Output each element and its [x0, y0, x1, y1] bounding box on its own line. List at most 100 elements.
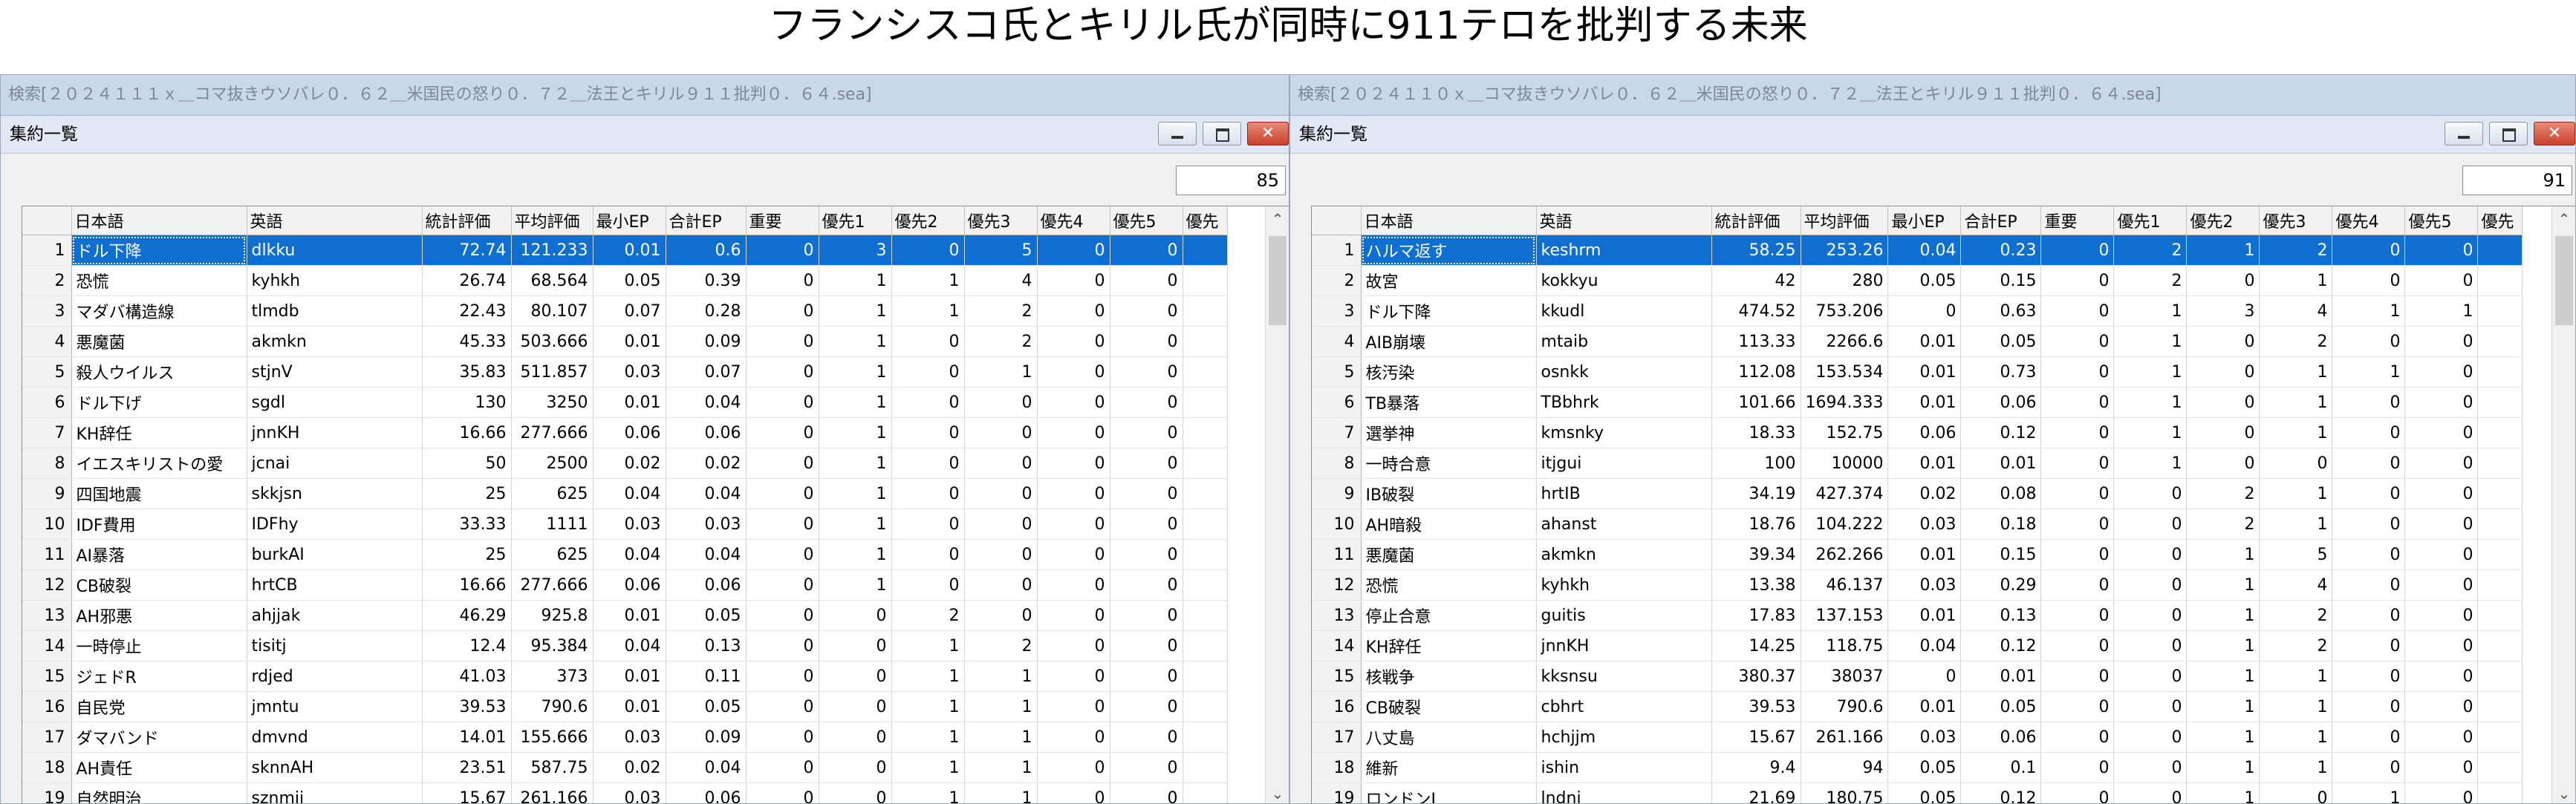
- table-cell[interactable]: 0.01: [593, 600, 666, 631]
- table-cell[interactable]: 0.01: [593, 691, 666, 722]
- table-row[interactable]: 5 核汚染 osnkk 112.08 153.534 0.01 0.73 0 1 0 1 1 0: [1312, 356, 2523, 388]
- table-cell[interactable]: 0.03: [1887, 569, 1962, 601]
- table-cell[interactable]: 維新: [1361, 752, 1537, 783]
- table-cell[interactable]: 0.01: [1887, 600, 1962, 631]
- table-row[interactable]: 6 TB暴落 TBbhrk 101.66 1694.333 0.01 0.06 0 1 0 1 0 0: [1312, 387, 2523, 418]
- table-cell[interactable]: 0: [1037, 752, 1110, 783]
- table-cell[interactable]: 0.04: [666, 478, 747, 509]
- table-cell[interactable]: 153.534: [1801, 356, 1889, 388]
- table-cell[interactable]: kkudl: [1536, 295, 1712, 327]
- table-cell[interactable]: 1: [964, 691, 1038, 722]
- table-cell[interactable]: 0: [1037, 326, 1110, 357]
- table-cell[interactable]: 0: [746, 356, 819, 388]
- table-cell[interactable]: 625: [511, 539, 593, 570]
- table-cell[interactable]: 0.04: [593, 478, 666, 509]
- table-cell[interactable]: 5: [2259, 539, 2333, 570]
- table-cell[interactable]: 0.04: [666, 387, 747, 418]
- table-cell[interactable]: 1: [891, 782, 965, 803]
- table-cell[interactable]: 0.13: [666, 630, 747, 661]
- table-cell[interactable]: 280: [1801, 265, 1889, 296]
- table-cell[interactable]: 0.06: [666, 782, 747, 803]
- table-row[interactable]: 14 KH辞任 jnnKH 14.25 118.75 0.04 0.12 0 0 1 2 0 0: [1312, 630, 2523, 661]
- table-cell[interactable]: 1: [2259, 478, 2333, 509]
- table-cell[interactable]: 0: [2332, 691, 2406, 722]
- table-cell[interactable]: 511.857: [511, 356, 593, 388]
- table-cell[interactable]: 0: [1110, 448, 1183, 479]
- table-cell[interactable]: 0.15: [1960, 265, 2042, 296]
- table-cell[interactable]: 0: [2404, 752, 2479, 783]
- maximize-icon[interactable]: [1203, 122, 1241, 146]
- table-cell[interactable]: tlmdb: [247, 295, 423, 327]
- table-cell[interactable]: 0: [1037, 691, 1110, 722]
- table-cell[interactable]: 0: [1110, 539, 1183, 570]
- table-cell[interactable]: 373: [511, 661, 593, 692]
- table-cell[interactable]: 1: [2113, 387, 2188, 418]
- table-cell[interactable]: 0: [1110, 600, 1183, 631]
- table-cell[interactable]: 17.83: [1711, 600, 1801, 631]
- table-cell[interactable]: 39.53: [422, 691, 512, 722]
- vertical-scrollbar[interactable]: ⌃ ⌄: [1265, 206, 1289, 803]
- column-header[interactable]: 平均評価: [1801, 206, 1889, 235]
- table-cell[interactable]: 0.01: [1960, 448, 2042, 479]
- table-cell[interactable]: 0.73: [1960, 356, 2042, 388]
- table-row[interactable]: 10 IDF費用 IDFhy 33.33 1111 0.03 0.03 0 1 0 0 0 0: [22, 509, 1228, 540]
- table-cell[interactable]: 625: [511, 478, 593, 509]
- table-cell[interactable]: 0: [1110, 509, 1183, 540]
- summary-grid[interactable]: 日本語 英語 統計評価 平均評価 最小EP 合計EP 重要 優先1 優先2 優先3 優先4 優先5 優先…: [22, 206, 1289, 803]
- table-cell[interactable]: 0: [2040, 356, 2115, 388]
- table-cell[interactable]: 0.05: [1887, 782, 1962, 803]
- table-cell[interactable]: 0: [2040, 509, 2115, 540]
- table-cell[interactable]: 21.69: [1711, 782, 1801, 803]
- table-cell[interactable]: 1: [2113, 448, 2188, 479]
- table-cell[interactable]: 0.01: [1887, 326, 1962, 357]
- table-cell[interactable]: 0: [1110, 235, 1183, 266]
- table-cell[interactable]: 0: [964, 478, 1038, 509]
- table-cell[interactable]: 悪魔菌: [71, 326, 247, 357]
- table-cell[interactable]: 0: [1110, 417, 1183, 448]
- table-cell[interactable]: 80.107: [511, 295, 593, 327]
- table-cell[interactable]: 0.29: [1960, 569, 2042, 601]
- table-cell[interactable]: ドル下降: [71, 235, 247, 266]
- table-cell[interactable]: 0: [1037, 722, 1110, 753]
- table-cell[interactable]: 0: [2404, 356, 2479, 388]
- table-cell[interactable]: osnkk: [1536, 356, 1712, 388]
- table-cell[interactable]: 1: [819, 539, 892, 570]
- table-cell[interactable]: 1: [2113, 356, 2188, 388]
- table-cell[interactable]: 1: [891, 265, 965, 296]
- table-cell[interactable]: ハルマ返す: [1361, 235, 1537, 266]
- table-row[interactable]: 3 ドル下降 kkudl 474.52 753.206 0 0.63 0 1 3 4 1 1: [1312, 295, 2523, 327]
- table-cell[interactable]: 16.66: [422, 417, 512, 448]
- table-cell[interactable]: 1: [2332, 782, 2406, 803]
- column-header[interactable]: 優先2: [2186, 206, 2260, 235]
- table-cell[interactable]: 1: [2259, 691, 2333, 722]
- table-cell[interactable]: 0: [891, 478, 965, 509]
- table-cell[interactable]: dmvnd: [247, 722, 423, 753]
- table-cell[interactable]: 1: [891, 661, 965, 692]
- table-cell[interactable]: 0: [2332, 722, 2406, 753]
- table-row[interactable]: 12 恐慌 kyhkh 13.38 46.137 0.03 0.29 0 0 1 4 0 0: [1312, 569, 2523, 601]
- table-cell[interactable]: 58.25: [1711, 235, 1801, 266]
- table-cell[interactable]: 12.4: [422, 630, 512, 661]
- table-cell[interactable]: 0: [2332, 387, 2406, 418]
- table-row[interactable]: 19 ロンドンJ lndnj 21.69 180.75 0.05 0.12 0 0 1 0 1 0: [1312, 782, 2523, 803]
- table-cell[interactable]: 1: [2259, 661, 2333, 692]
- table-cell[interactable]: 0.09: [666, 326, 747, 357]
- table-cell[interactable]: 0: [1110, 265, 1183, 296]
- table-cell[interactable]: 0: [2404, 509, 2479, 540]
- scroll-thumb[interactable]: [2555, 236, 2573, 325]
- table-cell[interactable]: 35.83: [422, 356, 512, 388]
- record-count-field[interactable]: 85: [1176, 166, 1286, 195]
- table-cell[interactable]: 0.02: [666, 448, 747, 479]
- table-cell[interactable]: 1: [964, 661, 1038, 692]
- table-cell[interactable]: 41.03: [422, 661, 512, 692]
- table-cell[interactable]: kyhkh: [1536, 569, 1712, 601]
- table-cell[interactable]: 0.06: [593, 569, 666, 601]
- table-cell[interactable]: jcnai: [247, 448, 423, 479]
- table-cell[interactable]: 0: [2040, 235, 2115, 266]
- table-cell[interactable]: 1: [2259, 417, 2333, 448]
- table-cell[interactable]: lndnj: [1536, 782, 1712, 803]
- table-cell[interactable]: 0: [2332, 509, 2406, 540]
- table-cell[interactable]: 0: [2404, 265, 2479, 296]
- table-cell[interactable]: 2500: [511, 448, 593, 479]
- table-cell[interactable]: AIB崩壊: [1361, 326, 1537, 357]
